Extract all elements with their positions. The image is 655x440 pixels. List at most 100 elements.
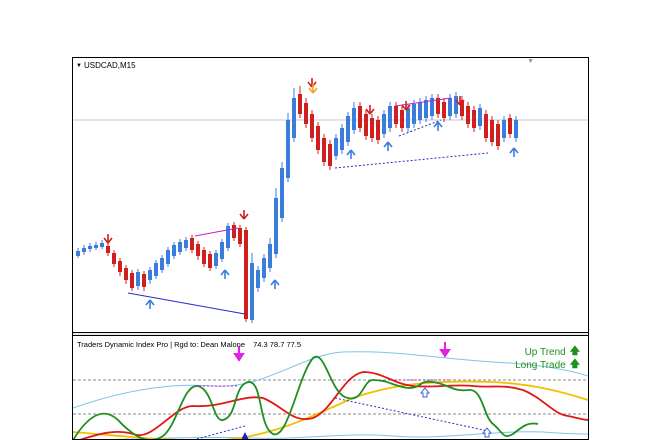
indicator-svg bbox=[73, 342, 588, 439]
candle-body bbox=[178, 242, 182, 252]
candle-body bbox=[136, 272, 140, 286]
price-chart-svg bbox=[73, 78, 588, 323]
candle-body bbox=[406, 108, 410, 128]
candle-body bbox=[262, 258, 266, 278]
candle-body bbox=[124, 268, 128, 280]
candle-body bbox=[454, 96, 458, 114]
price-chart-pane[interactable]: ▼ USDCAD,M15 ▼ bbox=[73, 58, 588, 332]
candle-body bbox=[118, 261, 122, 272]
long-trade-legend: Long Trade 🡅 bbox=[515, 357, 580, 374]
candle-body bbox=[304, 103, 308, 124]
candle-body bbox=[214, 253, 218, 266]
buy-arrow-icon bbox=[509, 147, 519, 157]
candle-body bbox=[358, 106, 362, 128]
candle-body bbox=[352, 108, 356, 130]
candle-body bbox=[184, 240, 188, 248]
buy-arrow-icon bbox=[346, 149, 356, 159]
buy-signal-icon bbox=[481, 427, 493, 438]
candle-body bbox=[292, 98, 296, 138]
candle-body bbox=[232, 225, 236, 238]
buy-arrow-icon bbox=[383, 141, 393, 151]
candle-body bbox=[196, 244, 200, 256]
candle-body bbox=[322, 138, 326, 162]
candle-body bbox=[478, 108, 482, 126]
candle-body bbox=[256, 270, 260, 288]
candle-body bbox=[88, 246, 92, 249]
candle-body bbox=[370, 118, 374, 138]
symbol-label[interactable]: ▼ USDCAD,M15 bbox=[76, 61, 136, 70]
candle-body bbox=[328, 144, 332, 166]
buy-arrow-icon bbox=[270, 279, 280, 289]
candle-body bbox=[190, 238, 194, 250]
candle-body bbox=[166, 250, 170, 264]
candle-body bbox=[412, 104, 416, 124]
candle-body bbox=[484, 114, 488, 138]
sell-arrow-icon bbox=[365, 105, 375, 115]
candle-body bbox=[130, 273, 134, 288]
candle-body bbox=[142, 274, 146, 287]
candle-body bbox=[310, 114, 314, 138]
candle-body bbox=[418, 102, 422, 120]
candle-body bbox=[244, 230, 248, 319]
candle-body bbox=[496, 124, 500, 146]
candle-body bbox=[364, 114, 368, 136]
indicator-title: Traders Dynamic Index Pro | Rgd to: Dean… bbox=[77, 340, 245, 349]
candle-body bbox=[160, 258, 164, 270]
candle-body bbox=[334, 138, 338, 156]
candle-body bbox=[340, 128, 344, 150]
sell-arrow-icon bbox=[239, 210, 249, 220]
candle-body bbox=[508, 118, 512, 134]
candle-body bbox=[106, 246, 110, 253]
indicator-values: 74.3 78.7 77.5 bbox=[253, 340, 302, 349]
triangle-down-icon: ▼ bbox=[76, 62, 82, 69]
candle-body bbox=[250, 263, 254, 320]
indicator-pane[interactable]: Traders Dynamic Index Pro | Rgd to: Dean… bbox=[73, 336, 588, 439]
sell-arrow-icon bbox=[103, 234, 113, 244]
candle-body bbox=[202, 250, 206, 264]
long-trade-label: Long Trade bbox=[515, 360, 566, 371]
divergence-line bbox=[334, 152, 489, 169]
sell-arrow-icon bbox=[307, 78, 317, 88]
indicator-label: Traders Dynamic Index Pro | Rgd to: Dean… bbox=[77, 340, 301, 349]
candle-body bbox=[502, 120, 506, 138]
candle-body bbox=[112, 253, 116, 264]
candle-body bbox=[82, 248, 86, 252]
candle-body bbox=[382, 114, 386, 134]
candle-body bbox=[280, 168, 284, 218]
candle-body bbox=[148, 270, 152, 280]
buy-arrow-icon bbox=[220, 269, 230, 279]
candle-body bbox=[442, 102, 446, 118]
candle-body bbox=[172, 245, 176, 256]
candle-body bbox=[376, 120, 380, 140]
candle-body bbox=[274, 198, 278, 254]
symbol-text: USDCAD,M15 bbox=[83, 61, 136, 70]
candle-body bbox=[220, 242, 224, 259]
buy-arrow-icon bbox=[145, 299, 155, 309]
candle-body bbox=[100, 243, 104, 247]
candle-body bbox=[346, 116, 350, 142]
candle-body bbox=[94, 245, 98, 248]
candle-body bbox=[394, 106, 398, 124]
arrow-up-icon: 🡅 bbox=[569, 359, 580, 370]
candle-body bbox=[424, 100, 428, 118]
candle-body bbox=[316, 126, 320, 150]
candle-body bbox=[388, 106, 392, 128]
candle-body bbox=[154, 263, 158, 276]
price-line bbox=[79, 371, 588, 439]
sell-signal-icon bbox=[439, 342, 451, 358]
candle-body bbox=[298, 94, 302, 114]
scroll-shift-icon[interactable]: ▼ bbox=[527, 58, 534, 65]
divergence-line bbox=[194, 227, 239, 237]
candle-body bbox=[286, 120, 290, 178]
chart-window[interactable]: ▼ USDCAD,M15 ▼ Traders Dynamic Index Pro… bbox=[72, 57, 589, 440]
candle-body bbox=[448, 98, 452, 116]
candle-body bbox=[514, 120, 518, 138]
buy-signal-icon bbox=[419, 387, 431, 398]
candle-body bbox=[238, 228, 242, 244]
candle-body bbox=[208, 254, 212, 268]
candle-body bbox=[472, 110, 476, 128]
rsi-line bbox=[73, 355, 539, 439]
candle-body bbox=[490, 120, 494, 142]
divergence-line bbox=[127, 292, 246, 315]
buy-arrow-icon bbox=[433, 121, 443, 131]
